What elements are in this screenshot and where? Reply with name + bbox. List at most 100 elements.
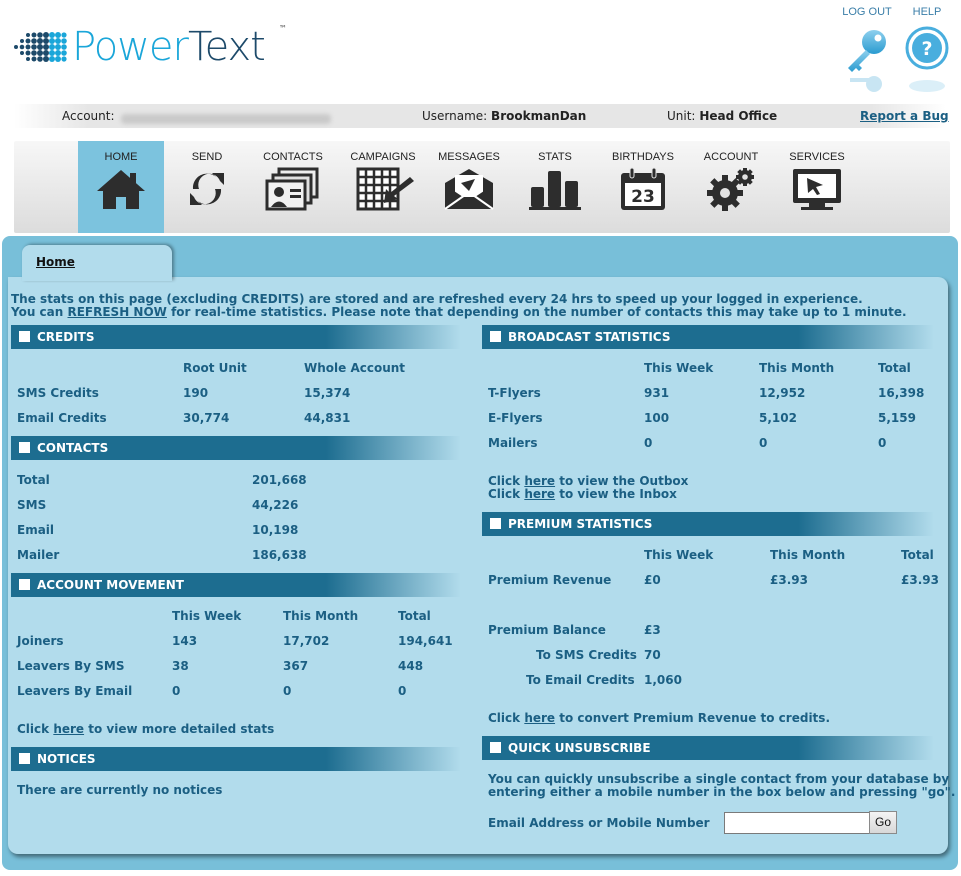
tab-home-label: Home [36, 255, 75, 269]
contacts-icon [265, 167, 319, 211]
broadcast-value: 16,398 [878, 386, 925, 400]
credits-value: 15,374 [304, 386, 351, 400]
nav-services-label: SERVICES [789, 151, 845, 163]
unsubscribe-input[interactable] [724, 812, 870, 834]
broadcast-row-label: E-Flyers [488, 411, 543, 425]
premium-col-this-month: This Month [770, 548, 846, 562]
go-button[interactable]: Go [869, 811, 897, 834]
birthdays-icon: 23 [621, 167, 665, 210]
movement-value: 448 [398, 659, 424, 673]
broadcast-value: 0 [759, 436, 768, 450]
movement-value: 38 [172, 659, 189, 673]
account-movement-header-icon [19, 579, 30, 590]
premium-balance-value: £3 [644, 623, 661, 637]
nav-campaigns[interactable]: CAMPAIGNS [340, 141, 426, 233]
premium-revenue-value: £0 [644, 573, 661, 587]
campaigns-icon [356, 167, 414, 211]
movement-row-label: Leavers By SMS [17, 659, 125, 673]
nav-messages[interactable]: MESSAGES [426, 141, 512, 233]
convert-credits-link[interactable]: here [524, 711, 555, 725]
contacts-header: CONTACTS [11, 436, 461, 460]
broadcast-statistics-header: BROADCAST STATISTICS [482, 325, 934, 349]
services-icon [793, 169, 841, 210]
stats-icon [529, 171, 581, 210]
contacts-row-label: Total [17, 473, 50, 487]
nav-birthdays[interactable]: BIRTHDAYS 23 [600, 141, 686, 233]
contacts-value: 201,668 [252, 473, 307, 487]
powertext-logo[interactable]: PowerText ™ [12, 22, 287, 72]
broadcast-header-icon [490, 331, 501, 342]
broadcast-col-total: Total [878, 361, 911, 375]
notices-title: NOTICES [37, 752, 96, 766]
broadcast-value: 0 [878, 436, 887, 450]
nav-stats[interactable]: STATS [512, 141, 598, 233]
to-email-credits-label: To Email Credits [526, 673, 635, 687]
detailed-stats-link[interactable]: here [53, 722, 84, 736]
broadcast-row-label: T-Flyers [488, 386, 541, 400]
contacts-value: 186,638 [252, 548, 307, 562]
unit-value: Head Office [699, 109, 778, 123]
credits-row-label: SMS Credits [17, 386, 99, 400]
send-icon [190, 173, 224, 205]
broadcast-value: 12,952 [759, 386, 806, 400]
outbox-text: Click here to view the Outbox [488, 474, 689, 488]
help-label: HELP [912, 6, 942, 18]
unit-info: Unit: Head Office [667, 109, 778, 123]
broadcast-value: 5,102 [759, 411, 797, 425]
nav-home-label: HOME [104, 151, 138, 163]
nav-stats-label: STATS [538, 151, 572, 163]
account-movement-header: ACCOUNT MOVEMENT [11, 573, 461, 597]
outbox-link[interactable]: here [524, 474, 555, 488]
svg-text:?: ? [921, 38, 932, 60]
nav-birthdays-label: BIRTHDAYS [612, 151, 674, 163]
tab-home[interactable]: Home [22, 245, 172, 281]
refresh-now-link[interactable]: REFRESH NOW [67, 305, 166, 319]
movement-col-total: Total [398, 609, 431, 623]
to-email-credits-value: 1,060 [644, 673, 682, 687]
broadcast-value: 0 [644, 436, 653, 450]
account-info: Account: [62, 109, 331, 124]
unsubscribe-header-icon [490, 742, 501, 753]
premium-revenue-value: £3.93 [770, 573, 808, 587]
nav-contacts[interactable]: CONTACTS [250, 141, 336, 233]
nav-services[interactable]: SERVICES [774, 141, 860, 233]
premium-header-icon [490, 518, 501, 529]
nav-contacts-label: CONTACTS [263, 151, 323, 163]
premium-title: PREMIUM STATISTICS [508, 517, 653, 531]
credits-col-root-unit: Root Unit [183, 361, 247, 375]
contacts-row-label: SMS [17, 498, 47, 512]
broadcast-value: 5,159 [878, 411, 916, 425]
logo-text: PowerText [72, 24, 266, 70]
credits-title: CREDITS [37, 330, 95, 344]
credits-header-icon [19, 331, 30, 342]
premium-statistics-header: PREMIUM STATISTICS [482, 512, 934, 536]
movement-value: 0 [398, 684, 407, 698]
broadcast-col-this-month: This Month [759, 361, 835, 375]
broadcast-row-label: Mailers [488, 436, 538, 450]
username-value: BrookmanDan [491, 109, 587, 123]
movement-value: 17,702 [283, 634, 330, 648]
broadcast-value: 100 [644, 411, 670, 425]
movement-col-this-month: This Month [283, 609, 359, 623]
premium-col-this-week: This Week [644, 548, 714, 562]
logout-link[interactable]: LOG OUT [840, 6, 894, 96]
username-info: Username: BrookmanDan [422, 109, 587, 123]
inbox-link[interactable]: here [524, 487, 555, 501]
nav-home[interactable]: HOME [78, 141, 164, 233]
intro-text: The stats on this page (excluding CREDIT… [11, 293, 941, 319]
premium-revenue-value: £3.93 [901, 573, 939, 587]
movement-value: 367 [283, 659, 309, 673]
nav-messages-label: MESSAGES [438, 151, 500, 163]
account-name-redacted [120, 114, 331, 124]
messages-icon [444, 169, 494, 210]
key-icon [848, 30, 886, 92]
credits-row-label: Email Credits [17, 411, 107, 425]
nav-campaigns-label: CAMPAIGNS [350, 151, 416, 163]
nav-send[interactable]: SEND [164, 141, 250, 233]
report-bug-link[interactable]: Report a Bug [860, 109, 949, 123]
detailed-stats-text: Click here to view more detailed stats [17, 722, 275, 736]
nav-account[interactable]: ACCOUNT [688, 141, 774, 233]
help-link[interactable]: HELP ? [902, 6, 952, 96]
movement-value: 143 [172, 634, 198, 648]
main-navigation: HOME SEND CONTACTS CAMPAIGNS MESSAGES ST… [14, 141, 950, 233]
